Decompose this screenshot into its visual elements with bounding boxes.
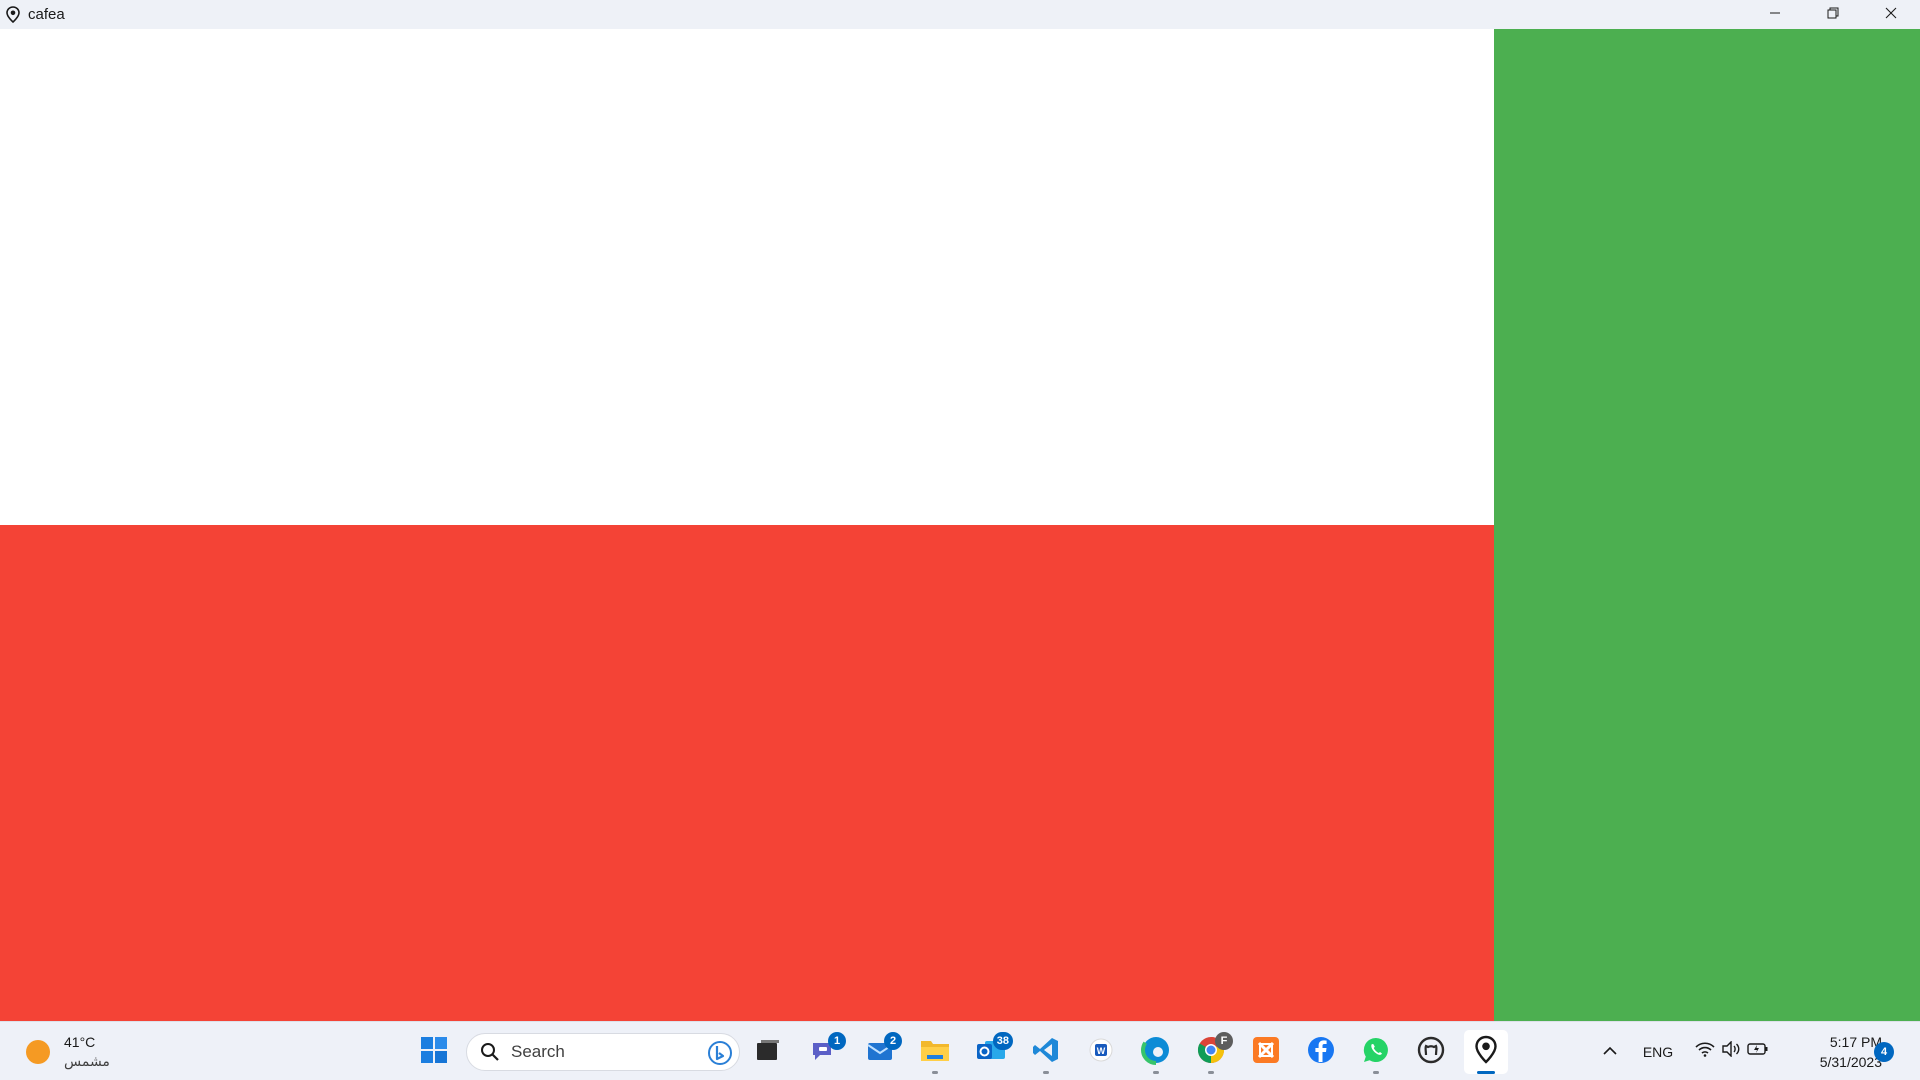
restore-icon (1827, 6, 1839, 24)
title-bar[interactable]: cafea (0, 0, 1920, 29)
wifi-icon (1695, 1041, 1715, 1062)
running-indicator (1043, 1071, 1049, 1074)
sun-icon (26, 1040, 50, 1064)
outlook-button[interactable]: 38 (969, 1030, 1013, 1074)
chrome-button[interactable]: F (1189, 1030, 1233, 1074)
taskbar: 41°C مشمس Search 1 2 38 W F ENG 5:17 PM … (0, 1021, 1920, 1080)
teams-badge: 1 (828, 1032, 846, 1050)
github-icon (1416, 1035, 1446, 1070)
weather-condition: مشمس (64, 1053, 110, 1069)
start-button[interactable] (412, 1030, 456, 1074)
chrome-profile-badge: F (1215, 1032, 1233, 1050)
search-placeholder: Search (511, 1042, 565, 1061)
restore-button[interactable] (1804, 0, 1862, 29)
running-indicator (932, 1071, 938, 1074)
word-button[interactable]: W (1079, 1030, 1123, 1074)
weather-temperature: 41°C (64, 1034, 96, 1050)
weather-widget[interactable]: 41°C مشمس (26, 1034, 110, 1070)
mail-badge: 2 (884, 1032, 902, 1050)
app-content (0, 29, 1920, 1021)
running-indicator (1153, 1071, 1159, 1074)
map-pin-icon (4, 6, 22, 24)
clock[interactable]: 5:17 PM 5/31/2023 (1786, 1032, 1882, 1072)
edge-icon (1140, 1034, 1172, 1071)
vscode-button[interactable] (1024, 1030, 1068, 1074)
notification-badge[interactable]: 4 (1874, 1042, 1894, 1062)
running-indicator (1373, 1071, 1379, 1074)
panel-green (1494, 29, 1920, 1021)
minimize-button[interactable] (1746, 0, 1804, 29)
chevron-up-icon (1603, 1043, 1617, 1061)
cafea-app-button[interactable] (1464, 1030, 1508, 1074)
show-hidden-icons-button[interactable] (1596, 1022, 1624, 1080)
window-controls (1746, 0, 1920, 29)
close-icon (1885, 6, 1897, 24)
language-indicator[interactable]: ENG (1638, 1022, 1678, 1080)
map-pin-icon (1474, 1035, 1498, 1070)
svg-text:W: W (1097, 1046, 1106, 1056)
search-box[interactable]: Search (466, 1033, 740, 1071)
task-view-icon (754, 1036, 782, 1069)
volume-icon (1721, 1040, 1741, 1062)
whatsapp-button[interactable] (1354, 1030, 1398, 1074)
outlook-badge: 38 (992, 1032, 1013, 1050)
running-indicator (1208, 1071, 1214, 1074)
running-indicator-focused (1477, 1071, 1495, 1074)
bing-icon[interactable] (707, 1040, 733, 1066)
word-icon: W (1086, 1035, 1116, 1070)
edge-button[interactable] (1134, 1030, 1178, 1074)
vscode-icon (1031, 1035, 1061, 1070)
whatsapp-icon (1361, 1035, 1391, 1070)
xampp-icon (1251, 1035, 1281, 1070)
facebook-button[interactable] (1299, 1030, 1343, 1074)
language-label: ENG (1642, 1043, 1674, 1060)
quick-settings-button[interactable] (1692, 1022, 1772, 1080)
teams-chat-button[interactable]: 1 (802, 1030, 846, 1074)
panel-white (0, 29, 1494, 525)
folder-icon (919, 1035, 951, 1070)
search-icon (479, 1041, 501, 1063)
windows-logo-icon (420, 1036, 448, 1069)
minimize-icon (1769, 6, 1781, 24)
facebook-icon (1306, 1035, 1336, 1070)
github-button[interactable] (1409, 1030, 1453, 1074)
file-explorer-button[interactable] (913, 1030, 957, 1074)
close-button[interactable] (1862, 0, 1920, 29)
mail-button[interactable]: 2 (858, 1030, 902, 1074)
panel-red (0, 525, 1494, 1021)
task-view-button[interactable] (746, 1030, 790, 1074)
clock-date: 5/31/2023 (1819, 1054, 1882, 1070)
window-title: cafea (28, 6, 65, 23)
battery-charging-icon (1747, 1042, 1769, 1061)
clock-time: 5:17 PM (1829, 1034, 1882, 1050)
xampp-button[interactable] (1244, 1030, 1288, 1074)
